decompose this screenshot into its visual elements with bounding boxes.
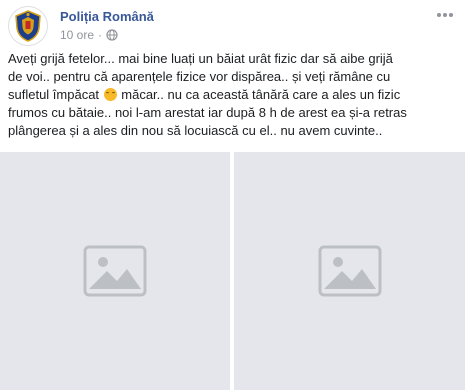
meta-separator: · (98, 28, 103, 42)
post-photo-left[interactable] (0, 152, 230, 390)
globe-icon[interactable] (106, 29, 118, 41)
post-text: Aveți grijă fetelor... mai bine luați un… (8, 50, 458, 140)
upside-down-face-emoji (103, 88, 117, 101)
post-photo-right[interactable] (234, 152, 465, 390)
image-placeholder-icon (83, 245, 147, 297)
photo-placeholder (0, 152, 230, 390)
ellipsis-icon[interactable] (435, 8, 455, 22)
page-name-link[interactable]: Poliția Română (60, 9, 154, 24)
post-meta: 10 ore · (60, 28, 118, 42)
image-placeholder-icon (318, 245, 381, 297)
photo-placeholder (234, 152, 465, 390)
police-crest-icon (15, 10, 41, 42)
page-avatar[interactable] (8, 6, 48, 46)
post-header: Poliția Română 10 ore · (8, 6, 457, 46)
facebook-post: Poliția Română 10 ore · Aveți grijă fete… (0, 0, 465, 390)
post-timestamp[interactable]: 10 ore (60, 28, 94, 42)
post-photo-grid (0, 152, 465, 390)
